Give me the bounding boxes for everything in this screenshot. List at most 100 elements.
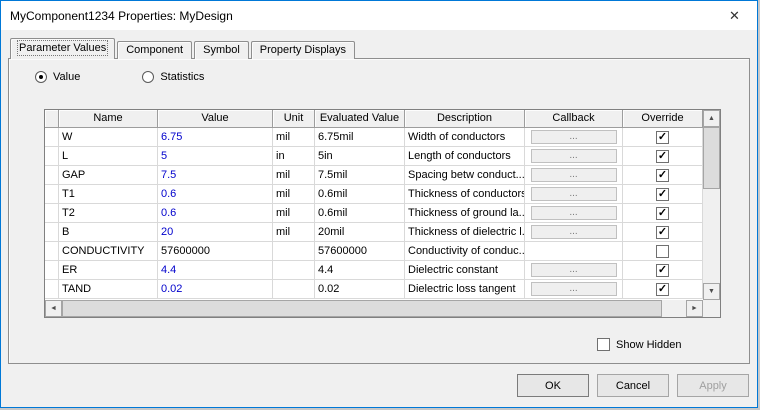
row-selector[interactable]: [45, 261, 59, 280]
tab-property-displays[interactable]: Property Displays: [250, 41, 355, 59]
callback-button[interactable]: ...: [530, 225, 617, 239]
cell-name[interactable]: T2: [59, 204, 158, 223]
override-checkbox[interactable]: [656, 282, 669, 296]
display-mode-radios: Value Statistics: [35, 71, 204, 83]
callback-button[interactable]: ...: [530, 130, 617, 144]
cell-unit[interactable]: [273, 280, 315, 299]
override-checkbox[interactable]: [656, 244, 669, 258]
properties-dialog: MyComponent1234 Properties: MyDesign ✕ P…: [0, 0, 758, 408]
cell-description: Thickness of dielectric l...: [405, 223, 525, 242]
horizontal-scroll-thumb[interactable]: [62, 300, 662, 317]
table-row: CONDUCTIVITY 57600000 57600000 Conductiv…: [45, 242, 703, 261]
statistics-radio[interactable]: [142, 71, 155, 83]
cell-evaluated-value[interactable]: 6.75mil: [315, 128, 405, 147]
cell-evaluated-value[interactable]: 0.02: [315, 280, 405, 299]
table-body: W 6.75 mil 6.75mil Width of conductors .…: [45, 128, 703, 299]
apply-button[interactable]: Apply: [677, 374, 749, 397]
override-checkbox[interactable]: [656, 168, 669, 182]
cell-value[interactable]: 5: [158, 147, 273, 166]
cell-value[interactable]: 20: [158, 223, 273, 242]
callback-button[interactable]: ...: [530, 187, 617, 201]
cell-evaluated-value[interactable]: 57600000: [315, 242, 405, 261]
cell-unit[interactable]: mil: [273, 223, 315, 242]
cell-value[interactable]: 0.6: [158, 204, 273, 223]
cell-value[interactable]: 4.4: [158, 261, 273, 280]
cell-name[interactable]: B: [59, 223, 158, 242]
cell-evaluated-value[interactable]: 20mil: [315, 223, 405, 242]
cell-unit[interactable]: mil: [273, 204, 315, 223]
value-radio[interactable]: [35, 71, 47, 83]
tab-component[interactable]: Component: [117, 41, 193, 59]
cell-value[interactable]: 0.6: [158, 185, 273, 204]
cell-evaluated-value[interactable]: 0.6mil: [315, 185, 405, 204]
show-hidden-option[interactable]: Show Hidden: [597, 338, 681, 351]
cell-name[interactable]: W: [59, 128, 158, 147]
col-header-unit: Unit: [273, 110, 315, 128]
cell-override: [623, 128, 703, 147]
callback-button[interactable]: ...: [530, 168, 617, 182]
row-selector[interactable]: [45, 280, 59, 299]
radio-option-statistics[interactable]: Statistics: [142, 71, 204, 83]
cell-evaluated-value[interactable]: 4.4: [315, 261, 405, 280]
row-selector[interactable]: [45, 166, 59, 185]
cell-unit[interactable]: [273, 242, 315, 261]
row-selector[interactable]: [45, 223, 59, 242]
radio-option-value[interactable]: Value: [35, 71, 80, 83]
scroll-left-icon[interactable]: ◄: [45, 300, 62, 317]
vertical-scroll-thumb[interactable]: [703, 127, 720, 189]
cell-callback: ...: [525, 166, 623, 185]
override-checkbox[interactable]: [656, 206, 669, 220]
scroll-down-icon[interactable]: ▼: [703, 283, 720, 300]
cell-evaluated-value[interactable]: 5in: [315, 147, 405, 166]
callback-button[interactable]: ...: [530, 206, 617, 220]
ok-button[interactable]: OK: [517, 374, 589, 397]
cell-value[interactable]: 7.5: [158, 166, 273, 185]
callback-button[interactable]: ...: [530, 263, 617, 277]
cell-unit[interactable]: [273, 261, 315, 280]
row-selector[interactable]: [45, 185, 59, 204]
vertical-scrollbar[interactable]: ▲ ▼: [703, 110, 720, 300]
tab-label: Parameter Values: [16, 40, 109, 56]
cell-override: [623, 223, 703, 242]
show-hidden-checkbox[interactable]: [597, 338, 610, 351]
row-selector[interactable]: [45, 128, 59, 147]
override-checkbox[interactable]: [656, 187, 669, 201]
table-row: ER 4.4 4.4 Dielectric constant ...: [45, 261, 703, 280]
cell-value[interactable]: 6.75: [158, 128, 273, 147]
cell-name[interactable]: TAND: [59, 280, 158, 299]
cancel-button[interactable]: Cancel: [597, 374, 669, 397]
tab-symbol[interactable]: Symbol: [194, 41, 249, 59]
cell-name[interactable]: CONDUCTIVITY: [59, 242, 158, 261]
row-selector[interactable]: [45, 204, 59, 223]
callback-button[interactable]: ...: [530, 149, 617, 163]
cell-name[interactable]: ER: [59, 261, 158, 280]
cell-callback: ...: [525, 280, 623, 299]
cell-name[interactable]: T1: [59, 185, 158, 204]
cell-evaluated-value[interactable]: 0.6mil: [315, 204, 405, 223]
cell-name[interactable]: L: [59, 147, 158, 166]
tab-label: Component: [126, 44, 184, 56]
row-selector[interactable]: [45, 242, 59, 261]
cell-unit[interactable]: in: [273, 147, 315, 166]
cell-unit[interactable]: mil: [273, 128, 315, 147]
row-selector[interactable]: [45, 147, 59, 166]
cell-evaluated-value[interactable]: 7.5mil: [315, 166, 405, 185]
callback-button[interactable]: ...: [530, 282, 617, 296]
override-checkbox[interactable]: [656, 130, 669, 144]
cell-unit[interactable]: mil: [273, 166, 315, 185]
tab-parameter-values[interactable]: Parameter Values: [10, 38, 116, 59]
horizontal-scrollbar[interactable]: ◄ ►: [45, 300, 720, 317]
col-header-override: Override: [623, 110, 703, 128]
scroll-right-icon[interactable]: ►: [686, 300, 703, 317]
close-icon[interactable]: ✕: [712, 1, 757, 30]
cell-value[interactable]: 57600000: [158, 242, 273, 261]
override-checkbox[interactable]: [656, 225, 669, 239]
horizontal-scroll-track[interactable]: [62, 300, 686, 317]
override-checkbox[interactable]: [656, 263, 669, 277]
col-header-description: Description: [405, 110, 525, 128]
cell-unit[interactable]: mil: [273, 185, 315, 204]
override-checkbox[interactable]: [656, 149, 669, 163]
scroll-up-icon[interactable]: ▲: [703, 110, 720, 127]
cell-name[interactable]: GAP: [59, 166, 158, 185]
cell-value[interactable]: 0.02: [158, 280, 273, 299]
